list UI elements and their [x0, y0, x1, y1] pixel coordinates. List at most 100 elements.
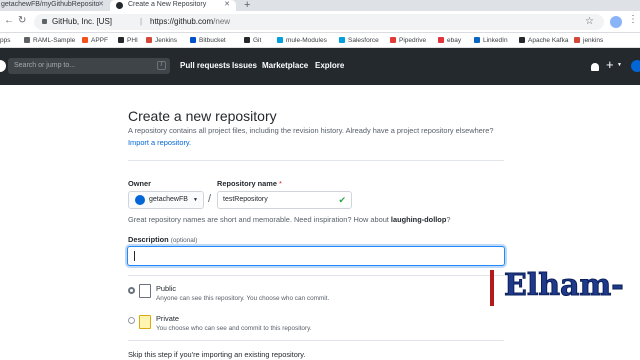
bookmark-label: Pipedrive: [399, 37, 427, 44]
bookmark-favicon-icon: [24, 37, 30, 43]
bookmark-item[interactable]: Bitbucket: [190, 33, 226, 48]
search-input[interactable]: Search or jump to... /: [8, 58, 170, 74]
bookmark-item[interactable]: PHI: [118, 33, 138, 48]
bookmark-item[interactable]: Apache Kafka: [519, 33, 568, 48]
nav-issues[interactable]: Issues: [232, 58, 257, 74]
bookmark-star-icon[interactable]: ☆: [585, 14, 594, 30]
tab-label: Create a New Repository: [128, 1, 207, 8]
watermark-bar: [490, 270, 494, 306]
divider: [128, 275, 504, 276]
repository-name-label: Repository name *: [217, 179, 282, 188]
bookmark-item[interactable]: Pipedrive: [390, 33, 426, 48]
bookmark-favicon-icon: [82, 37, 88, 43]
repository-name-value: testRepository: [223, 196, 268, 203]
bookmark-item[interactable]: LinkedIn: [474, 33, 508, 48]
bookmark-item[interactable]: RAML-Sample: [24, 33, 75, 48]
site-identity: GitHub, Inc. [US]: [52, 17, 113, 26]
url-text: https://github.com/new: [150, 14, 230, 30]
browser-menu-icon[interactable]: ⋮: [628, 14, 638, 25]
page-title: Create a new repository: [128, 108, 277, 124]
bookmark-label: RAML-Sample: [33, 37, 76, 44]
create-new-plus-icon[interactable]: +: [606, 57, 614, 72]
private-radio[interactable]: [128, 317, 135, 324]
notifications-bell-icon[interactable]: [591, 63, 599, 71]
bookmark-label: LinkedIn: [483, 37, 508, 44]
bookmark-favicon-icon: [146, 37, 152, 43]
description-label: Description (optional): [128, 235, 197, 244]
chevron-down-icon: ▼: [193, 197, 198, 203]
bookmark-label: Git: [253, 37, 262, 44]
bookmark-item[interactable]: Salesforce: [339, 33, 379, 48]
bookmark-item[interactable]: ebay: [438, 33, 461, 48]
hint-prefix: Great repository names are short and mem…: [128, 215, 391, 224]
optional-tag: (optional): [170, 237, 198, 244]
bookmarks-bar: pps RAML-Sample APPF PHI Jenkins Bitbucket Git…: [0, 33, 640, 48]
lock-icon: [139, 315, 151, 329]
nav-explore[interactable]: Explore: [315, 58, 344, 74]
repository-name-label-text: Repository name: [217, 179, 277, 188]
private-description: You choose who can see and commit to thi…: [156, 325, 312, 332]
bookmark-item[interactable]: Git: [244, 33, 261, 48]
github-favicon-icon: [116, 2, 123, 9]
bookmark-item[interactable]: pps: [0, 33, 10, 48]
repo-icon: [139, 284, 151, 298]
bookmark-label: APPF: [91, 37, 108, 44]
user-avatar[interactable]: [631, 60, 640, 72]
tab-close-icon[interactable]: ✕: [224, 0, 230, 10]
check-icon: ✔: [338, 195, 346, 205]
bookmark-label: Bitbucket: [199, 37, 226, 44]
browser-tab-repo[interactable]: getachewFB/myGithubReposito ✕: [0, 0, 108, 11]
bookmark-label: Salesforce: [348, 37, 379, 44]
bookmark-favicon-icon: [438, 37, 444, 43]
owner-value: getachewFB: [149, 196, 188, 203]
watermark-text: Elham-: [504, 268, 625, 304]
nav-marketplace[interactable]: Marketplace: [262, 58, 308, 74]
private-title: Private: [156, 314, 180, 323]
bookmark-label: pps: [0, 37, 11, 44]
back-arrow-icon[interactable]: ←: [4, 15, 14, 26]
address-bar[interactable]: GitHub, Inc. [US] | https://github.com/n…: [34, 14, 604, 30]
name-suggestion[interactable]: laughing-dollop: [391, 215, 446, 224]
url-path: /new: [213, 17, 231, 26]
browser-tab-new-repo[interactable]: Create a New Repository ✕: [110, 0, 236, 11]
owner-select[interactable]: getachewFB ▼: [128, 191, 204, 209]
divider: [128, 340, 504, 341]
owner-label: Owner: [128, 179, 151, 188]
public-radio[interactable]: [128, 287, 135, 294]
description-input[interactable]: [127, 246, 505, 266]
bookmark-item[interactable]: APPF: [82, 33, 108, 48]
reload-icon[interactable]: ↻: [18, 15, 26, 26]
bookmark-favicon-icon: [474, 37, 480, 43]
name-hint: Great repository names are short and mem…: [128, 215, 450, 224]
bookmark-favicon-icon: [390, 37, 396, 43]
repository-name-input[interactable]: testRepository ✔: [217, 191, 352, 209]
chevron-down-icon[interactable]: ▼: [617, 62, 622, 68]
bookmark-label: mule-Modules: [286, 37, 327, 44]
lock-icon: [42, 19, 47, 24]
bookmark-label: Apache Kafka: [528, 37, 569, 44]
url-host: https://github.com: [150, 17, 214, 26]
bookmark-item[interactable]: jenkins: [574, 33, 603, 48]
browser-tab-strip: getachewFB/myGithubReposito ✕ Create a N…: [0, 0, 640, 11]
skip-note: Skip this step if you're importing an ex…: [128, 350, 306, 359]
bookmark-favicon-icon: [339, 37, 345, 43]
browser-toolbar: ← ↻ GitHub, Inc. [US] | https://github.c…: [0, 11, 640, 33]
bookmark-item[interactable]: Jenkins: [146, 33, 177, 48]
description-label-text: Description: [128, 235, 169, 244]
page-subtitle: A repository contains all project files,…: [128, 126, 494, 135]
bookmark-label: jenkins: [583, 37, 604, 44]
owner-repo-separator: /: [208, 193, 212, 205]
new-tab-plus-icon[interactable]: +: [244, 0, 250, 11]
bookmark-item[interactable]: mule-Modules: [277, 33, 327, 48]
bookmark-favicon-icon: [190, 37, 196, 43]
profile-avatar-icon[interactable]: [610, 16, 622, 28]
bookmark-label: ebay: [447, 37, 462, 44]
bookmark-favicon-icon: [118, 37, 124, 43]
import-repository-link[interactable]: Import a repository.: [128, 138, 191, 147]
nav-pull-requests[interactable]: Pull requests: [180, 58, 230, 74]
text-cursor: [134, 251, 135, 261]
github-logo-icon[interactable]: [0, 60, 6, 72]
tab-close-icon[interactable]: ✕: [98, 0, 104, 10]
bookmark-favicon-icon: [277, 37, 283, 43]
required-asterisk: *: [279, 179, 282, 188]
